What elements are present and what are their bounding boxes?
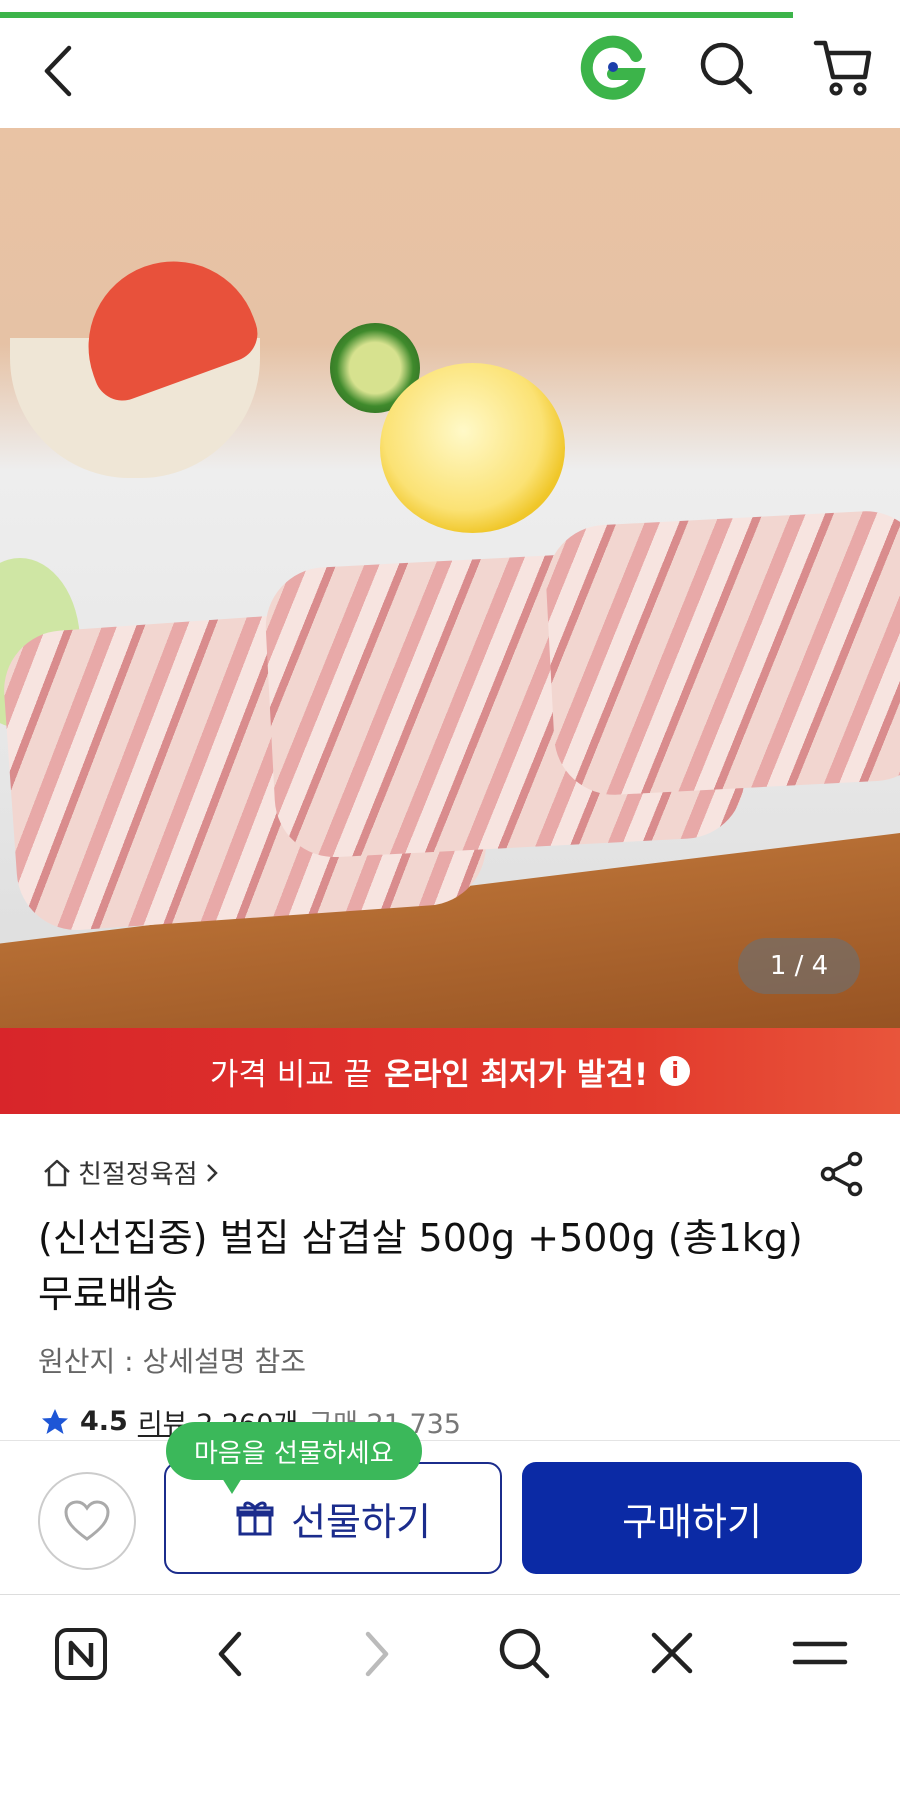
share-icon[interactable] bbox=[814, 1146, 870, 1202]
browser-nav-bar bbox=[0, 1594, 900, 1715]
info-icon[interactable]: i bbox=[660, 1056, 691, 1086]
wishlist-heart-button[interactable] bbox=[38, 1472, 136, 1570]
origin-info: 원산지 : 상세설명 참조 bbox=[38, 1345, 306, 1378]
star-icon bbox=[42, 1408, 68, 1434]
lowest-price-banner[interactable]: 가격 비교 끝 온라인 최저가 발견! i bbox=[0, 1028, 900, 1114]
back-icon[interactable] bbox=[205, 1625, 255, 1683]
search-icon[interactable] bbox=[694, 36, 758, 100]
banner-strong-text: 온라인 최저가 발견! bbox=[384, 1056, 649, 1093]
rating-score: 4.5 bbox=[80, 1406, 128, 1437]
image-counter: 1 / 4 bbox=[738, 938, 860, 994]
product-image-gallery[interactable]: 1 / 4 bbox=[0, 128, 900, 1028]
menu-icon[interactable] bbox=[790, 1627, 850, 1679]
gift-icon bbox=[236, 1501, 274, 1536]
pork-belly-roll bbox=[543, 508, 900, 798]
buy-button-label: 구매하기 bbox=[622, 1499, 762, 1544]
heart-icon bbox=[64, 1500, 110, 1541]
back-icon[interactable] bbox=[30, 36, 86, 106]
gift-tooltip: 마음을 선물하세요 bbox=[166, 1422, 422, 1494]
store-link[interactable]: 친절정육점 bbox=[42, 1154, 220, 1191]
home-icon bbox=[44, 1159, 70, 1186]
close-icon[interactable] bbox=[644, 1625, 700, 1681]
search-icon[interactable] bbox=[494, 1623, 554, 1683]
naver-n-icon[interactable] bbox=[52, 1625, 110, 1683]
cart-icon[interactable] bbox=[810, 34, 876, 100]
g-logo[interactable] bbox=[578, 32, 648, 102]
chevron-right-icon bbox=[206, 1163, 218, 1182]
banner-text: 가격 비교 끝 bbox=[209, 1056, 373, 1093]
top-bar bbox=[0, 18, 900, 128]
gift-button-label: 선물하기 bbox=[291, 1499, 431, 1544]
product-title: (신선집중) 벌집 삼겹살 500g +500g (총1kg) 무료배송 bbox=[38, 1216, 803, 1316]
store-name: 친절정육점 bbox=[78, 1160, 198, 1190]
forward-icon[interactable] bbox=[352, 1625, 402, 1683]
lemon-half bbox=[380, 363, 565, 533]
buy-button[interactable]: 구매하기 bbox=[522, 1462, 862, 1574]
